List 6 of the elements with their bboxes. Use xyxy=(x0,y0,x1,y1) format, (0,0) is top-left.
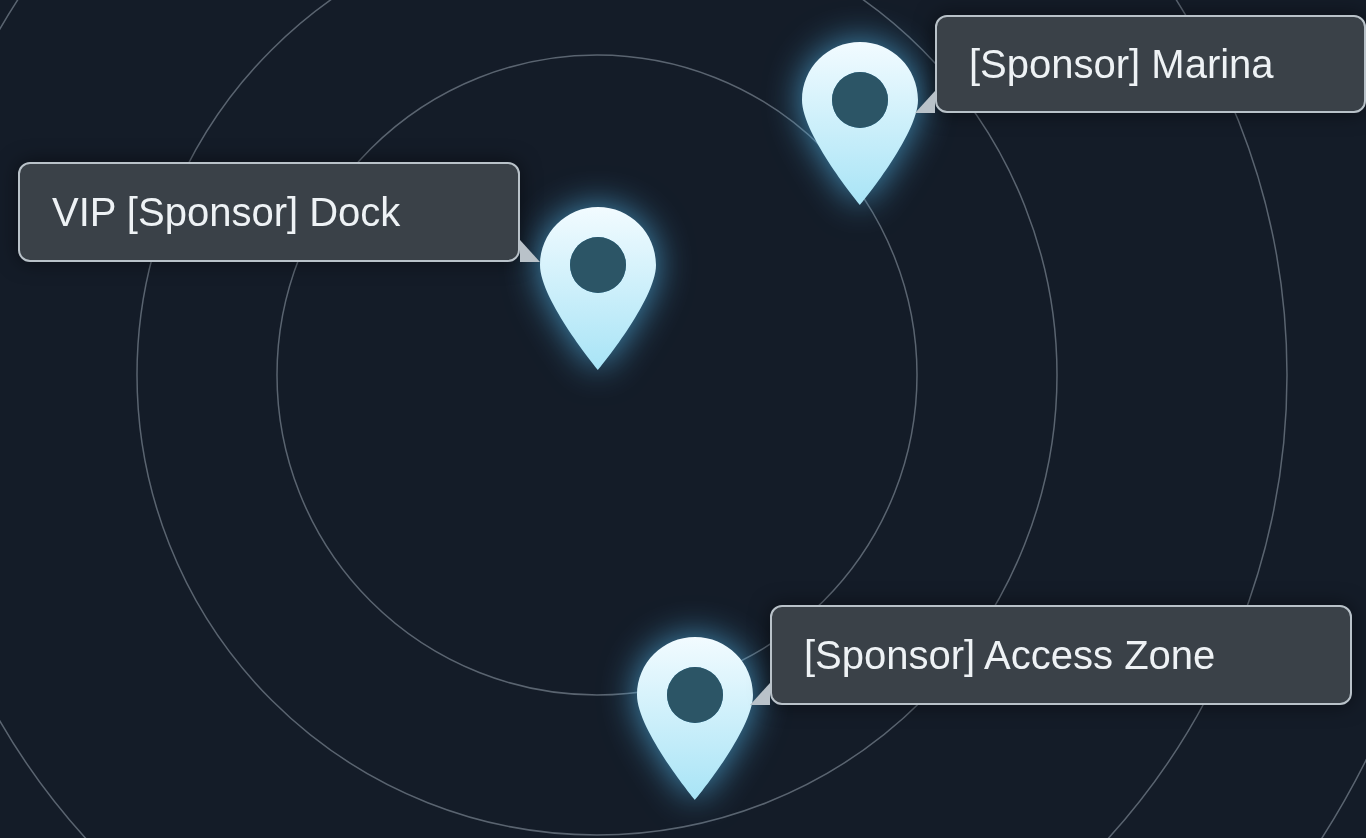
label-tail xyxy=(915,91,935,113)
pin-label: [Sponsor] Marina xyxy=(935,15,1366,113)
pin-label: [Sponsor] Access Zone xyxy=(770,605,1352,705)
label-tail xyxy=(520,240,540,262)
pin-label: VIP [Sponsor] Dock xyxy=(18,162,520,262)
label-tail xyxy=(750,683,770,705)
